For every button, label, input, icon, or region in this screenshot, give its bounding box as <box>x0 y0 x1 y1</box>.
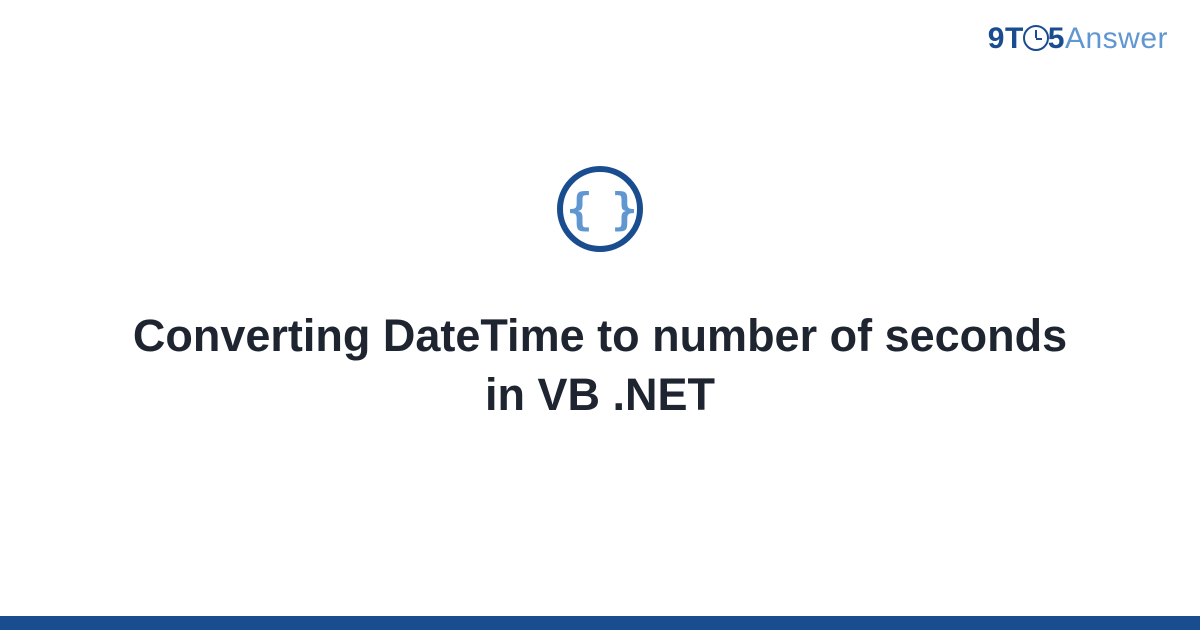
braces-icon: { } <box>566 184 633 235</box>
page-title: Converting DateTime to number of seconds… <box>125 307 1075 424</box>
main-content: { } Converting DateTime to number of sec… <box>0 0 1200 630</box>
code-badge: { } <box>557 166 643 252</box>
footer-bar <box>0 616 1200 630</box>
